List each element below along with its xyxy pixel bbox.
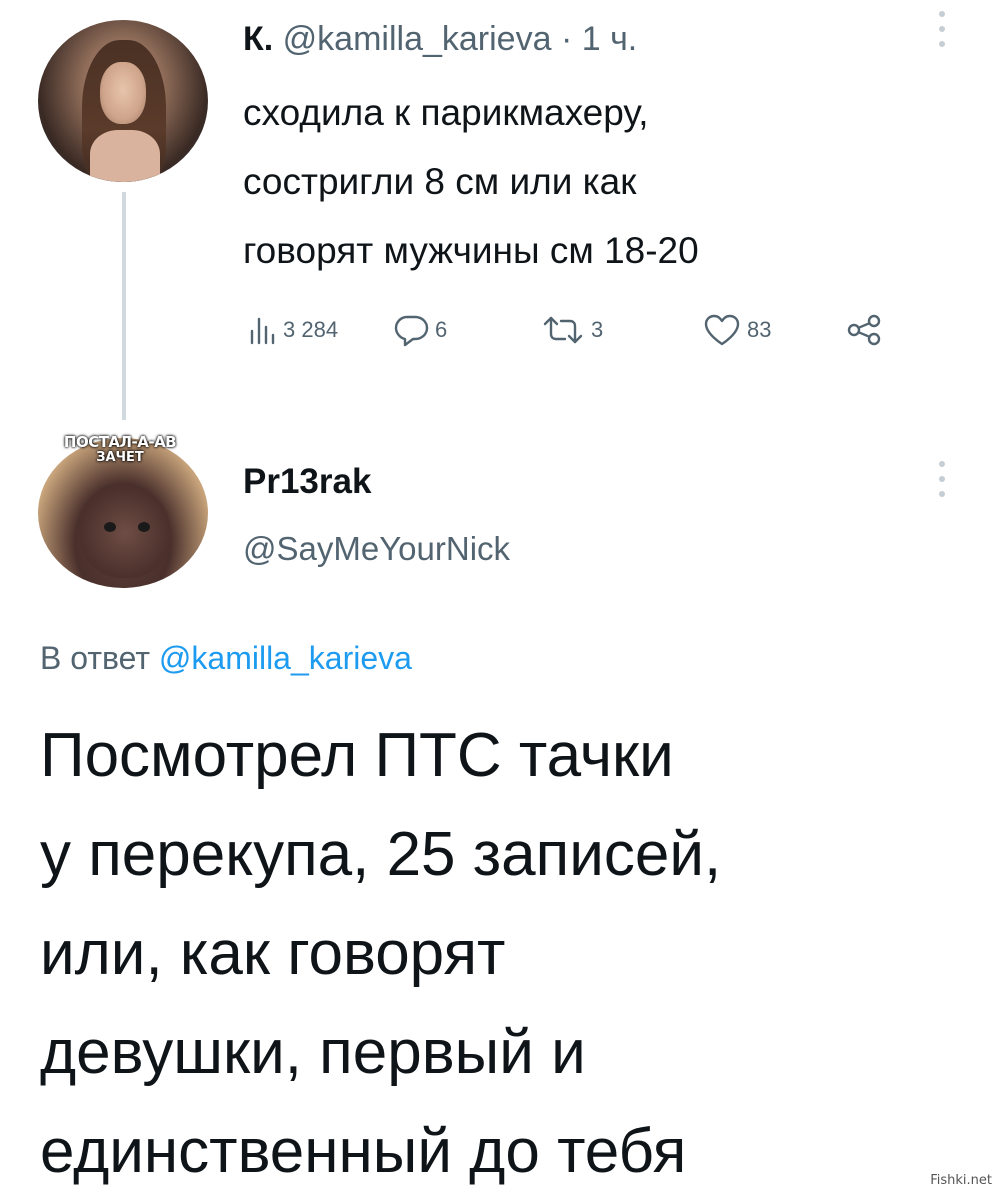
tweet1-text: сходила к парикмахеру, состригли 8 см ил…	[243, 78, 923, 285]
share-button[interactable]	[847, 300, 881, 360]
tweet1-header: К. @kamilla_karieva · 1 ч.	[243, 20, 637, 59]
tweet1-display-name[interactable]: К.	[243, 20, 273, 58]
tweet1-text-line: сходила к парикмахеру,	[243, 92, 649, 133]
thread-line	[122, 192, 126, 420]
reply-context: В ответ @kamilla_karieva	[40, 640, 412, 677]
views-button[interactable]: 3 284	[249, 300, 338, 360]
retweet-button[interactable]: 3	[541, 300, 603, 360]
views-chart-icon	[249, 315, 277, 345]
reply-bubble-icon	[393, 313, 429, 347]
reply-mention-link[interactable]: @kamilla_karieva	[159, 640, 412, 676]
share-icon	[847, 314, 881, 346]
vertical-dots-icon	[932, 8, 952, 47]
tweet2-text-line: у перекупа, 25 записей,	[40, 820, 722, 889]
avatar-cat	[80, 488, 170, 578]
reply-button[interactable]: 6	[393, 300, 447, 360]
tweet1-separator: ·	[560, 20, 573, 58]
tweet2-text: Посмотрел ПТС тачки у перекупа, 25 запис…	[40, 706, 980, 1201]
tweet1-text-line: состригли 8 см или как	[243, 161, 637, 202]
heart-icon	[703, 313, 741, 347]
like-count: 83	[747, 317, 772, 342]
reply-prefix: В ответ	[40, 640, 151, 676]
tweet2-text-line: девушки, первый и	[40, 1018, 586, 1087]
reply-count: 6	[435, 317, 448, 342]
avatar-cat-eye	[104, 522, 116, 532]
vertical-dots-icon	[932, 458, 952, 497]
tweet2-more-button[interactable]	[932, 458, 952, 497]
tweet1-more-button[interactable]	[932, 8, 952, 47]
tweet2-text-line: единственный до тебя	[40, 1117, 687, 1186]
avatar-caption: ПОСТАЛ-А-АВ ЗАЧЕТ	[60, 434, 180, 466]
tweet1-time[interactable]: 1 ч.	[582, 20, 638, 58]
tweet2-display-name[interactable]: Pr13rak	[243, 462, 371, 502]
tweet1-text-line: говорят мужчины см 18-20	[243, 230, 699, 271]
tweet2-text-line: или, как говорят	[40, 919, 506, 988]
tweet2-handle[interactable]: @SayMeYourNick	[243, 530, 510, 568]
avatar-caption-line: ПОСТАЛ-А-АВ	[63, 433, 177, 451]
retweet-count: 3	[591, 317, 604, 342]
tweet2-text-line: Посмотрел ПТС тачки	[40, 721, 674, 790]
avatar-cat-eye	[138, 522, 150, 532]
views-count: 3 284	[283, 317, 339, 342]
avatar-kamilla[interactable]	[38, 20, 208, 182]
watermark: Fishki.net	[930, 1173, 992, 1188]
like-button[interactable]: 83	[703, 300, 771, 360]
avatar-caption-line: ЗАЧЕТ	[96, 450, 144, 465]
tweet1-action-bar: 3 284 6 3 83	[243, 300, 893, 360]
avatar-body	[90, 130, 160, 182]
avatar-face	[100, 62, 146, 124]
tweet1-handle[interactable]: @kamilla_karieva	[283, 20, 552, 58]
retweet-icon	[541, 315, 585, 345]
